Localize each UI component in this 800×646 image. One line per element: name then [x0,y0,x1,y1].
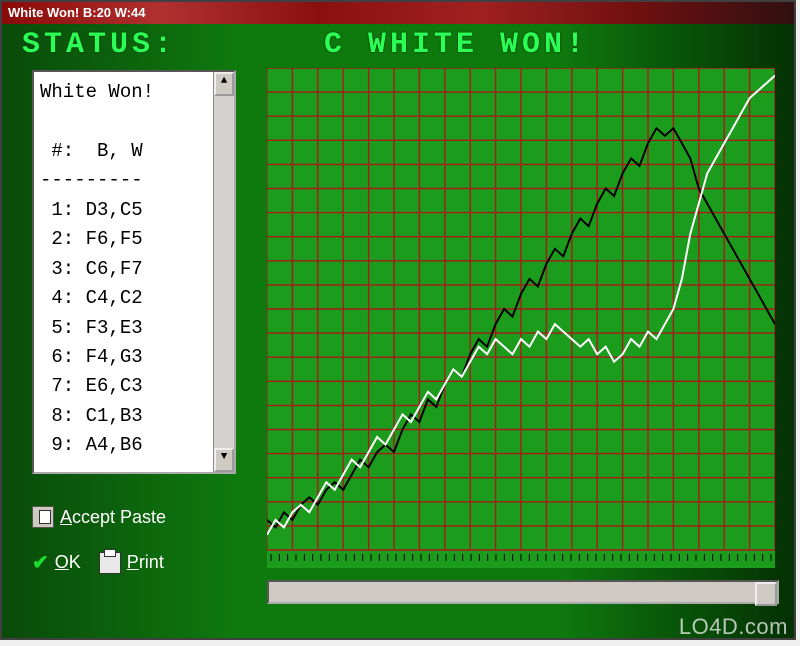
chart-area [267,68,775,568]
moves-list[interactable]: White Won! #: B, W --------- 1: D3,C5 2:… [32,70,236,474]
scroll-track[interactable] [214,96,234,448]
status-label: STATUS: [22,28,242,62]
app-window: White Won! B:20 W:44 STATUS: C WHITE WON… [0,0,796,640]
print-label: Print [127,552,164,573]
ok-button[interactable]: ✔ OK [32,550,81,575]
chart-background [267,68,775,568]
status-message: C WHITE WON! [264,28,588,62]
moves-content: White Won! #: B, W --------- 1: D3,C5 2:… [34,72,213,472]
ok-label: OK [55,552,81,573]
left-panel: White Won! #: B, W --------- 1: D3,C5 2:… [32,70,232,575]
print-button[interactable]: Print [99,552,164,574]
horizontal-scrollbar[interactable] [267,580,779,604]
hscroll-track[interactable] [269,582,755,602]
chart-x-ticks [267,554,775,566]
window-title: White Won! B:20 W:44 [8,5,145,20]
hscroll-right-button[interactable] [755,582,777,606]
scroll-up-button[interactable]: ▲ [214,72,234,96]
paste-icon [32,506,54,528]
chart-lines [267,68,775,568]
status-banner: STATUS: C WHITE WON! [2,24,794,66]
vertical-scrollbar[interactable]: ▲ ▼ [213,72,234,472]
accept-paste-label: Accept Paste [60,507,166,528]
printer-icon [99,552,121,574]
check-icon: ✔ [32,550,49,575]
accept-paste-button[interactable]: Accept Paste [32,506,166,528]
scroll-down-button[interactable]: ▼ [214,448,234,472]
title-bar[interactable]: White Won! B:20 W:44 [2,2,794,24]
